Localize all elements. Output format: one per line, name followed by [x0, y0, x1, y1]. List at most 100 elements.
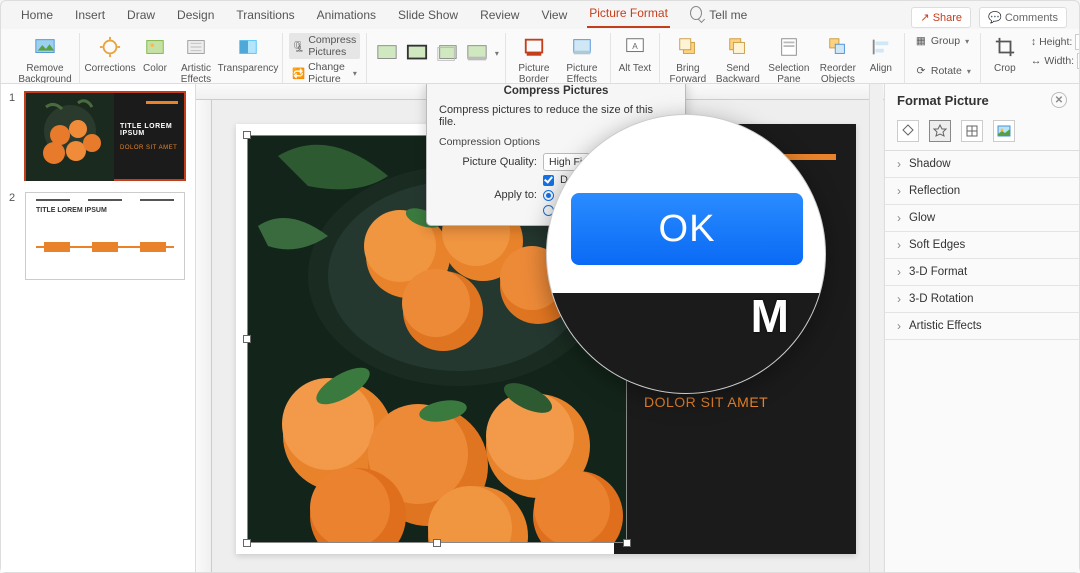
slide-subtitle: DOLOR SIT AMET	[644, 394, 768, 410]
rotate-icon: ⟳	[914, 64, 928, 78]
tab-view[interactable]: View	[539, 2, 569, 28]
remove-background-button[interactable]: Remove Background	[17, 33, 73, 84]
alt-text-button[interactable]: AAlt Text	[617, 33, 653, 74]
close-pane-button[interactable]: ✕	[1051, 92, 1067, 108]
reorder-objects-button[interactable]: Reorder Objects	[816, 33, 860, 84]
compress-icon: 🗜	[292, 39, 305, 53]
corrections-button[interactable]: Corrections	[86, 33, 134, 74]
comments-label: Comments	[1005, 12, 1058, 24]
picture-border-label: Picture Border	[512, 63, 556, 84]
send-backward-button[interactable]: Send Backward	[714, 33, 762, 84]
width-field[interactable]: ↔Width:8.24"▲▼	[1031, 53, 1079, 69]
crop-icon	[991, 33, 1019, 61]
fp-item-glow[interactable]: Glow	[885, 205, 1079, 232]
transparency-icon	[234, 33, 262, 61]
bring-forward-button[interactable]: Bring Forward	[666, 33, 710, 84]
remove-bg-icon	[31, 33, 59, 61]
artistic-effects-button[interactable]: Artistic Effects	[176, 33, 216, 84]
transparency-button[interactable]: Transparency	[220, 33, 276, 74]
group-icon: ▦	[914, 34, 928, 48]
picture-effects-button[interactable]: Picture Effects	[560, 33, 604, 84]
tab-draw[interactable]: Draw	[125, 2, 157, 28]
fp-tab-fill[interactable]	[897, 120, 919, 142]
apply-all-radio[interactable]	[543, 190, 554, 201]
slide-thumb-1[interactable]: TITLE LOREM IPSUM DOLOR SIT AMET	[25, 92, 185, 180]
height-field[interactable]: ↕Height:7.5"▲▼	[1031, 34, 1079, 50]
share-button[interactable]: ↗ Share	[911, 7, 971, 28]
magnifier-overlay: OK M	[546, 114, 826, 394]
ok-button[interactable]: OK	[571, 193, 803, 265]
delete-cropped-checkbox[interactable]	[543, 175, 554, 186]
picture-styles-gallery[interactable]: ▾	[373, 33, 499, 73]
thumb-number-1: 1	[9, 92, 19, 180]
tab-animations[interactable]: Animations	[315, 2, 378, 28]
tab-slideshow[interactable]: Slide Show	[396, 2, 460, 28]
align-button[interactable]: Align	[864, 33, 898, 74]
resize-handle-br[interactable]	[623, 539, 631, 547]
rotate-button[interactable]: ⟳Rotate▾	[911, 63, 974, 79]
slide-thumb-2[interactable]: TITLE LOREM IPSUM	[25, 192, 185, 280]
fp-item-reflection[interactable]: Reflection	[885, 178, 1079, 205]
send-backward-icon	[724, 33, 752, 61]
crop-label: Crop	[994, 63, 1016, 74]
thumb2-title: TITLE LOREM IPSUM	[36, 207, 107, 214]
thumb1-title: TITLE LOREM IPSUM	[120, 123, 184, 137]
style-thumb-2[interactable]	[403, 39, 431, 67]
change-picture-button[interactable]: 🔁Change Picture▾	[289, 60, 360, 84]
picture-effects-label: Picture Effects	[560, 63, 604, 84]
change-picture-label: Change Picture	[308, 61, 348, 84]
resize-handle-l[interactable]	[243, 335, 251, 343]
group-label: Group	[931, 35, 960, 47]
tab-home[interactable]: Home	[19, 2, 55, 28]
height-label: Height:	[1039, 36, 1072, 48]
resize-handle-tl[interactable]	[243, 131, 251, 139]
width-value[interactable]: 8.24"	[1077, 53, 1079, 69]
artistic-icon	[182, 33, 210, 61]
fp-item-artistic-effects[interactable]: Artistic Effects	[885, 313, 1079, 340]
style-thumb-1[interactable]	[373, 39, 401, 67]
styles-more-icon[interactable]: ▾	[495, 49, 499, 58]
color-button[interactable]: Color	[138, 33, 172, 74]
selection-pane-button[interactable]: Selection Pane	[766, 33, 812, 84]
comments-button[interactable]: 💬 Comments	[979, 7, 1067, 28]
bring-forward-icon	[674, 33, 702, 61]
resize-handle-b[interactable]	[433, 539, 441, 547]
style-thumb-4[interactable]	[463, 39, 491, 67]
apply-to-label: Apply to:	[455, 189, 537, 201]
resize-handle-bl[interactable]	[243, 539, 251, 547]
fp-tab-size[interactable]	[961, 120, 983, 142]
fp-item-3d-rotation[interactable]: 3-D Rotation	[885, 286, 1079, 313]
picture-border-icon	[520, 33, 548, 61]
transparency-label: Transparency	[218, 63, 279, 74]
style-thumb-3[interactable]	[433, 39, 461, 67]
group-button[interactable]: ▦Group▾	[911, 33, 974, 49]
tab-picture-format[interactable]: Picture Format	[587, 0, 670, 28]
fp-tab-picture[interactable]	[993, 120, 1015, 142]
ruler-vertical	[196, 100, 212, 572]
thumb1-image	[26, 93, 114, 181]
align-label: Align	[870, 63, 892, 74]
tab-design[interactable]: Design	[175, 2, 216, 28]
height-icon: ↕	[1031, 36, 1036, 48]
search-icon	[690, 6, 702, 20]
color-icon	[141, 33, 169, 61]
fp-item-shadow[interactable]: Shadow	[885, 151, 1079, 178]
tell-me[interactable]: Tell me	[688, 0, 751, 28]
slide-canvas[interactable]: DOLOR SIT AMET	[196, 84, 884, 572]
picture-effects-icon	[568, 33, 596, 61]
fp-item-soft-edges[interactable]: Soft Edges	[885, 232, 1079, 259]
tab-review[interactable]: Review	[478, 2, 521, 28]
vertical-scrollbar[interactable]	[869, 84, 883, 572]
format-picture-pane: Format Picture ✕ Shadow Reflection Glow …	[884, 84, 1079, 572]
slide-title-fragment: M	[751, 289, 789, 343]
compress-pictures-button[interactable]: 🗜Compress Pictures	[289, 33, 360, 59]
crop-button[interactable]: Crop	[987, 33, 1023, 74]
rotate-label: Rotate	[931, 65, 962, 77]
slide-thumbnails: 1 TITLE LOREM IPSUM DOLOR SIT AMET 2	[1, 84, 196, 572]
height-value[interactable]: 7.5"	[1075, 34, 1079, 50]
picture-border-button[interactable]: Picture Border	[512, 33, 556, 84]
fp-item-3d-format[interactable]: 3-D Format	[885, 259, 1079, 286]
tab-transitions[interactable]: Transitions	[234, 2, 296, 28]
tab-insert[interactable]: Insert	[73, 2, 107, 28]
fp-tab-effects[interactable]	[929, 120, 951, 142]
